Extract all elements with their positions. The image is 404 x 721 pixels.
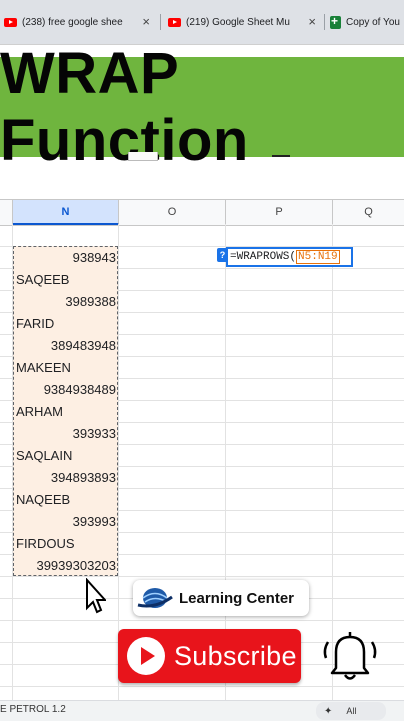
cell-n-value[interactable]: SAQEEB [14,269,118,291]
grid-row-line [0,620,404,621]
cell-n-value[interactable]: ARHAM [14,401,118,423]
close-icon[interactable]: × [308,14,316,29]
formula-range-ref: N5:N19 [296,250,340,264]
cell-n-value[interactable]: MAKEEN [14,357,118,379]
sheet-tab-label[interactable]: E PETROL 1.2 [0,704,66,715]
play-icon [127,637,165,675]
cell-n-value[interactable]: NAQEEB [14,489,118,511]
column-header-n[interactable]: N [13,200,119,225]
cell-n-value[interactable]: 393933 [14,423,116,445]
browser-tab-2[interactable]: (219) Google Sheet Mu × [168,8,320,36]
formula-cell[interactable]: =WRAPROWS(N5:N19 [226,247,353,267]
sheets-icon [330,14,341,29]
cell-n-value[interactable]: FIRDOUS [14,533,118,555]
notification-bell-icon[interactable] [320,628,380,684]
toolbar-indicator [272,155,290,157]
youtube-icon [4,17,17,27]
learning-center-badge: Learning Center [133,580,309,616]
browser-tab-title: Copy of You [346,16,400,28]
column-header-stub [0,200,13,225]
cell-n-value[interactable]: 9384938489 [14,379,116,401]
browser-tab-title: (238) free google shee [22,16,123,28]
mouse-cursor-icon [86,578,106,614]
cell-n-value[interactable]: 938943 [14,247,116,269]
browser-tab-3[interactable]: Copy of You [330,8,404,36]
explore-icon: ✦ [324,705,333,717]
globe-logo-icon [137,588,173,608]
filter-chip-label: All [346,706,357,716]
column-header-q[interactable]: Q [333,200,404,225]
tab-separator [160,14,161,30]
close-icon[interactable]: × [142,14,150,29]
title-banner: WRAP Function [0,41,404,173]
column-header-o[interactable]: O [119,200,226,225]
cell-n-value[interactable]: SAQLAIN [14,445,118,467]
tab-separator [324,14,325,30]
formula-text: =WRAPROWS( [230,251,297,263]
filter-chip[interactable]: ✦ All [316,702,386,720]
column-header-row: N O P Q [0,199,404,226]
cell-n-value[interactable]: 389483948 [14,335,116,357]
subscribe-button[interactable]: Subscribe [118,629,301,683]
browser-tab-strip: (238) free google shee × (219) Google Sh… [0,0,404,44]
toolbar-button[interactable] [128,152,158,161]
browser-tab-title: (219) Google Sheet Mu [186,16,290,28]
youtube-icon [168,17,181,27]
cell-n-value[interactable]: 393993 [14,511,116,533]
browser-tab-1[interactable]: (238) free google shee × [4,8,154,36]
cell-n-value[interactable]: 39939303203 [14,555,116,577]
subscribe-label: Subscribe [174,640,297,671]
cell-n-value[interactable]: 3989388 [14,291,116,313]
cell-n-value[interactable]: 394893893 [14,467,116,489]
learning-center-label: Learning Center [179,589,295,607]
banner-title: WRAP Function [0,41,249,173]
grid-row-line [0,686,404,687]
cell-n-value[interactable]: FARID [14,313,118,335]
column-header-p[interactable]: P [226,200,333,225]
